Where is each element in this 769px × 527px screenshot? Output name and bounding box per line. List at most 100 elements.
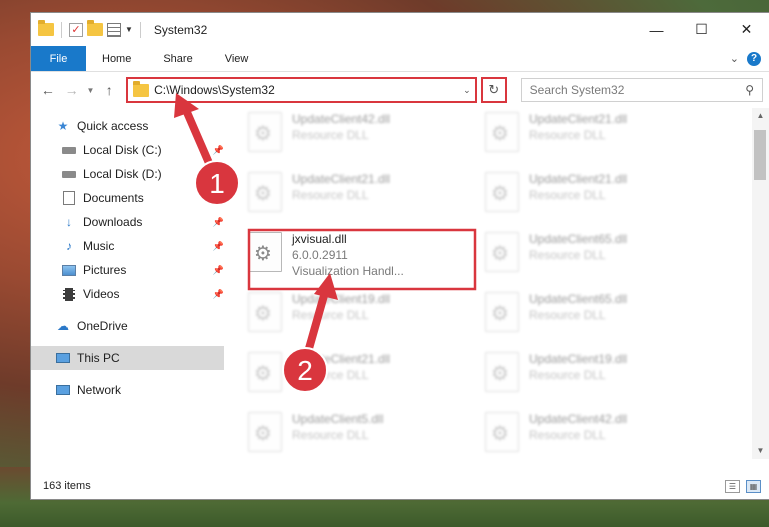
tab-home[interactable]: Home bbox=[86, 46, 147, 71]
quick-access-toolbar: ✓ ▼ bbox=[31, 20, 144, 38]
computer-icon bbox=[55, 351, 71, 365]
properties-icon[interactable] bbox=[107, 22, 121, 37]
pin-icon[interactable]: 📌 bbox=[213, 217, 224, 228]
sidebar-item-pictures[interactable]: Pictures 📌 bbox=[31, 258, 224, 282]
properties-check-icon[interactable]: ✓ bbox=[69, 22, 83, 37]
scroll-thumb[interactable] bbox=[754, 130, 766, 180]
sidebar-item-label: Documents bbox=[83, 191, 144, 205]
file-item[interactable]: UpdateClient5.dll Resource DLL bbox=[244, 408, 470, 459]
sidebar-item-label: Pictures bbox=[83, 263, 127, 277]
title-bar: ✓ ▼ System32 — ☐ ✕ bbox=[31, 13, 769, 46]
pictures-icon bbox=[61, 263, 77, 277]
tab-share[interactable]: Share bbox=[147, 46, 208, 71]
scroll-up-arrow-icon[interactable]: ▲ bbox=[752, 108, 769, 124]
sidebar-item-this-pc[interactable]: This PC bbox=[31, 346, 224, 370]
tiles-view-icon[interactable]: ▦ bbox=[746, 479, 761, 493]
star-icon: ★ bbox=[57, 119, 69, 133]
drive-icon bbox=[61, 167, 77, 181]
file-description: Resource DLL bbox=[292, 308, 369, 322]
up-arrow-icon[interactable]: ↑ bbox=[98, 79, 120, 101]
vertical-scrollbar[interactable]: ▲ ▼ bbox=[752, 108, 769, 459]
dll-file-icon bbox=[485, 292, 519, 332]
sidebar-item-label: Local Disk (C:) bbox=[83, 143, 162, 157]
dll-file-icon bbox=[248, 292, 282, 332]
file-item[interactable]: UpdateClient65.dll Resource DLL bbox=[481, 228, 707, 286]
close-button[interactable]: ✕ bbox=[724, 13, 769, 46]
file-description: Resource DLL bbox=[529, 428, 606, 442]
file-item[interactable]: UpdateClient21.dll Resource DLL bbox=[244, 168, 470, 226]
file-description: Resource DLL bbox=[529, 248, 606, 262]
file-item-jxvisual[interactable]: jxvisual.dll 6.0.0.2911 Visualization Ha… bbox=[244, 228, 470, 286]
file-list: UpdateClient42.dll Resource DLL UpdateCli… bbox=[224, 108, 769, 459]
search-box[interactable]: Search System32 ⚲ bbox=[520, 78, 763, 102]
sidebar-item-label: This PC bbox=[77, 351, 120, 365]
address-dropdown-chevron-icon[interactable]: ⌄ bbox=[459, 85, 475, 96]
folder-icon bbox=[133, 80, 150, 97]
file-description: Resource DLL bbox=[529, 308, 606, 322]
expand-ribbon-chevron-down-icon[interactable]: ⌄ bbox=[730, 52, 739, 65]
navigation-pane: ★ Quick access Local Disk (C:) 📌 Local D… bbox=[31, 108, 224, 459]
minimize-button[interactable]: — bbox=[634, 13, 679, 46]
customize-toolbar-chevron-icon[interactable]: ▼ bbox=[125, 25, 133, 34]
file-description: Resource DLL bbox=[292, 428, 369, 442]
pin-icon[interactable]: 📌 bbox=[213, 241, 224, 252]
sidebar-item-documents[interactable]: Documents bbox=[31, 186, 224, 210]
file-item[interactable]: UpdateClient19.dll Resource DLL bbox=[481, 348, 707, 406]
search-input[interactable]: Search System32 bbox=[530, 83, 746, 97]
dll-file-icon bbox=[485, 412, 519, 452]
file-description: Resource DLL bbox=[529, 368, 606, 382]
pin-icon[interactable]: 📌 bbox=[213, 145, 224, 156]
sidebar-item-onedrive[interactable]: ☁ OneDrive bbox=[31, 314, 224, 338]
pin-icon[interactable]: 📌 bbox=[213, 289, 224, 300]
back-arrow-icon[interactable]: ← bbox=[37, 79, 59, 101]
file-item[interactable]: UpdateClient19.dll Resource DLL bbox=[244, 288, 470, 346]
file-item[interactable]: UpdateClient21.dll Resource DLL bbox=[481, 168, 707, 226]
file-name: UpdateClient65.dll bbox=[529, 232, 628, 246]
address-bar[interactable]: C:\Windows\System32 ⌄ bbox=[126, 77, 477, 103]
sidebar-item-label: Local Disk (D:) bbox=[83, 167, 162, 181]
dll-file-icon bbox=[485, 112, 519, 152]
main-area: ★ Quick access Local Disk (C:) 📌 Local D… bbox=[31, 108, 769, 459]
address-text[interactable]: C:\Windows\System32 bbox=[154, 83, 459, 97]
file-name: UpdateClient21.dll bbox=[529, 172, 628, 186]
refresh-icon[interactable]: ↻ bbox=[480, 77, 507, 103]
ribbon-tabs: File Home Share View ⌄ ? bbox=[31, 46, 769, 72]
sidebar-item-downloads[interactable]: ↓ Downloads 📌 bbox=[31, 210, 224, 234]
file-item[interactable]: UpdateClient42.dll Resource DLL bbox=[244, 108, 470, 166]
scroll-down-arrow-icon[interactable]: ▼ bbox=[752, 443, 769, 459]
sidebar-item-music[interactable]: ♪ Music 📌 bbox=[31, 234, 224, 258]
details-view-icon[interactable]: ☰ bbox=[725, 479, 740, 493]
sidebar-item-quick-access[interactable]: ★ Quick access bbox=[31, 114, 224, 138]
sidebar-item-label: Network bbox=[77, 383, 122, 397]
sidebar-item-local-disk-c[interactable]: Local Disk (C:) 📌 bbox=[31, 138, 224, 162]
search-icon[interactable]: ⚲ bbox=[745, 83, 754, 97]
forward-arrow-icon[interactable]: → bbox=[61, 79, 83, 101]
pin-icon[interactable]: 📌 bbox=[213, 265, 224, 276]
file-item[interactable]: UpdateClient21.dll Resource DLL bbox=[481, 108, 707, 166]
file-name: jxvisual.dll bbox=[292, 232, 347, 246]
file-version: 6.0.0.2911 bbox=[292, 248, 348, 262]
file-item[interactable]: UpdateClient21.dll Resource DLL bbox=[244, 348, 470, 406]
sidebar-item-network[interactable]: Network bbox=[31, 378, 224, 402]
sidebar-item-label: OneDrive bbox=[77, 319, 128, 333]
file-item[interactable]: UpdateClient42.dll Resource DLL bbox=[481, 408, 707, 459]
tab-file[interactable]: File bbox=[31, 46, 86, 71]
file-description: Resource DLL bbox=[529, 128, 606, 142]
ribbon-right-controls: ⌄ ? bbox=[730, 46, 769, 71]
help-icon[interactable]: ? bbox=[747, 51, 761, 66]
file-name: UpdateClient21.dll bbox=[529, 112, 628, 126]
recent-locations-chevron-icon[interactable]: ▼ bbox=[84, 79, 96, 101]
file-item[interactable]: UpdateClient65.dll Resource DLL bbox=[481, 288, 707, 346]
file-name: UpdateClient21.dll bbox=[292, 172, 391, 186]
status-bar: 163 items ☰ ▦ bbox=[31, 473, 769, 499]
window-title: System32 bbox=[153, 22, 208, 37]
sidebar-item-label: Videos bbox=[83, 287, 120, 301]
sidebar-item-local-disk-d[interactable]: Local Disk (D:) bbox=[31, 162, 224, 186]
new-folder-icon[interactable] bbox=[87, 20, 103, 36]
file-name: UpdateClient19.dll bbox=[292, 292, 391, 306]
maximize-button[interactable]: ☐ bbox=[679, 13, 724, 46]
videos-icon bbox=[61, 287, 77, 301]
sidebar-item-videos[interactable]: Videos 📌 bbox=[31, 282, 224, 306]
dll-file-icon bbox=[248, 232, 282, 272]
tab-view[interactable]: View bbox=[209, 46, 265, 71]
